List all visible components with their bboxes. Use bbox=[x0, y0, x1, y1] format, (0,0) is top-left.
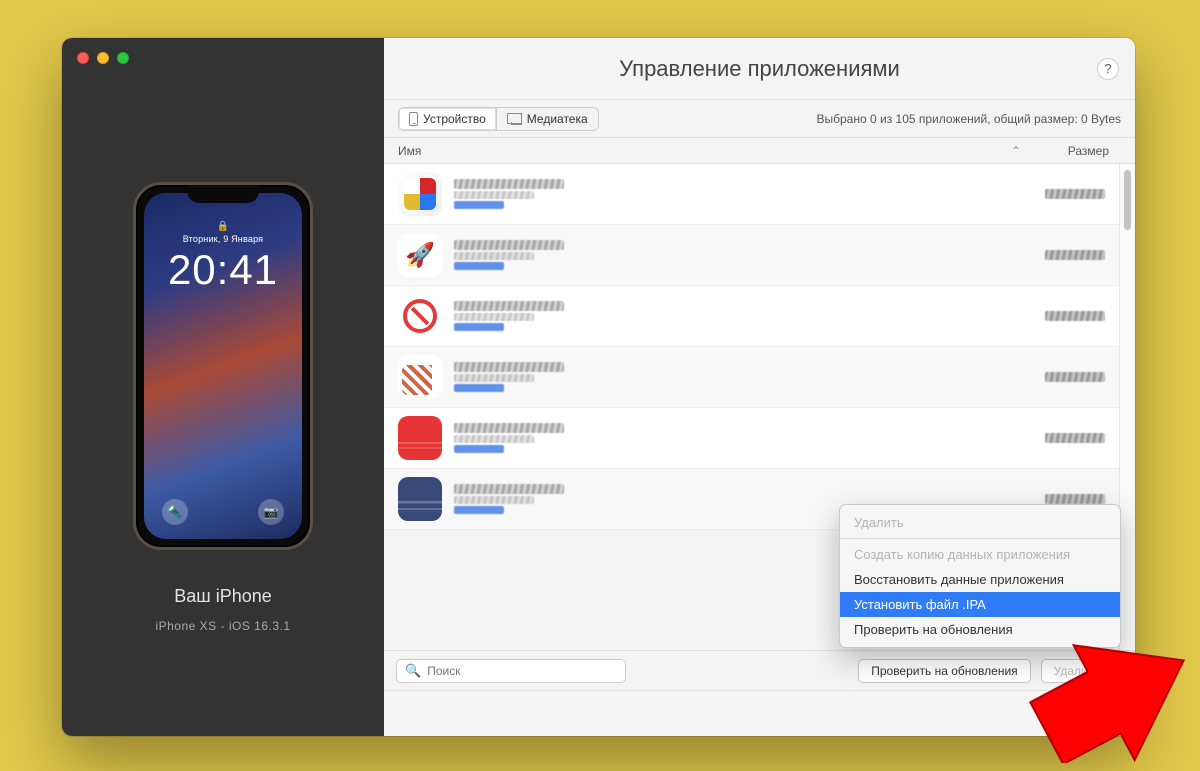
menu-backup-app-data[interactable]: Создать копию данных приложения bbox=[840, 542, 1120, 567]
app-detail-redacted bbox=[454, 374, 534, 382]
app-info bbox=[454, 423, 1015, 453]
annotation-arrow bbox=[1028, 633, 1198, 763]
lock-time: 20:41 bbox=[168, 246, 278, 294]
search-icon: 🔍 bbox=[405, 663, 421, 679]
size-redacted bbox=[1045, 250, 1105, 260]
app-detail-redacted bbox=[454, 252, 534, 260]
zoom-window-button[interactable] bbox=[117, 52, 129, 64]
app-info bbox=[454, 240, 1015, 270]
size-redacted bbox=[1045, 372, 1105, 382]
segment-device-label: Устройство bbox=[423, 112, 486, 126]
app-size bbox=[1015, 311, 1105, 321]
phone-notch bbox=[187, 185, 259, 203]
app-icon bbox=[398, 355, 442, 399]
help-button[interactable]: ? bbox=[1097, 58, 1119, 80]
sort-indicator-icon[interactable]: ⌃ bbox=[1009, 144, 1023, 158]
page-title: Управление приложениями bbox=[619, 56, 900, 82]
toolbar: Устройство Медиатека Выбрано 0 из 105 пр… bbox=[384, 100, 1135, 138]
scrollbar[interactable] bbox=[1119, 164, 1135, 650]
app-name-redacted bbox=[454, 240, 564, 250]
app-size bbox=[1015, 433, 1105, 443]
close-window-button[interactable] bbox=[77, 52, 89, 64]
device-title: Ваш iPhone bbox=[174, 586, 272, 607]
size-redacted bbox=[1045, 433, 1105, 443]
camera-icon: 📷 bbox=[258, 499, 284, 525]
app-name-redacted bbox=[454, 484, 564, 494]
app-link-redacted bbox=[454, 384, 504, 392]
app-link-redacted bbox=[454, 445, 504, 453]
app-detail-redacted bbox=[454, 191, 534, 199]
size-redacted bbox=[1045, 189, 1105, 199]
app-info bbox=[454, 179, 1015, 209]
minimize-window-button[interactable] bbox=[97, 52, 109, 64]
app-size bbox=[1015, 372, 1105, 382]
lock-bottom-icons: 🔦 📷 bbox=[144, 499, 302, 525]
table-row[interactable] bbox=[384, 225, 1119, 286]
sidebar: 🔒 Вторник, 9 Января 20:41 🔦 📷 Ваш iPhone… bbox=[62, 38, 384, 736]
footer: 🔍 Проверить на обновления Удалить ▾ bbox=[384, 650, 1135, 690]
bottom-bar: о bbox=[384, 690, 1135, 736]
app-name-redacted bbox=[454, 179, 564, 189]
phone-screen: 🔒 Вторник, 9 Января 20:41 🔦 📷 bbox=[144, 193, 302, 539]
lock-date: Вторник, 9 Января bbox=[183, 234, 264, 244]
search-input[interactable] bbox=[427, 664, 617, 678]
view-segment: Устройство Медиатека bbox=[398, 107, 599, 131]
table-row[interactable] bbox=[384, 408, 1119, 469]
app-detail-redacted bbox=[454, 313, 534, 321]
app-info bbox=[454, 301, 1015, 331]
app-detail-redacted bbox=[454, 496, 534, 504]
app-size bbox=[1015, 250, 1105, 260]
menu-separator bbox=[840, 538, 1120, 539]
app-link-redacted bbox=[454, 506, 504, 514]
selection-status: Выбрано 0 из 105 приложений, общий разме… bbox=[817, 112, 1122, 126]
segment-library[interactable]: Медиатека bbox=[496, 108, 598, 130]
app-link-redacted bbox=[454, 201, 504, 209]
size-redacted bbox=[1045, 494, 1105, 504]
app-info bbox=[454, 362, 1015, 392]
table-row[interactable] bbox=[384, 164, 1119, 225]
app-icon bbox=[398, 233, 442, 277]
column-size[interactable]: Размер bbox=[1023, 144, 1113, 158]
app-link-redacted bbox=[454, 323, 504, 331]
device-preview: 🔒 Вторник, 9 Января 20:41 🔦 📷 bbox=[133, 182, 313, 550]
app-size bbox=[1015, 189, 1105, 199]
app-name-redacted bbox=[454, 301, 564, 311]
context-menu: Удалить Создать копию данных приложения … bbox=[839, 504, 1121, 648]
check-updates-button[interactable]: Проверить на обновления bbox=[858, 659, 1030, 683]
device-subtitle: iPhone XS - iOS 16.3.1 bbox=[155, 619, 290, 633]
app-name-redacted bbox=[454, 423, 564, 433]
size-redacted bbox=[1045, 311, 1105, 321]
header: Управление приложениями ? bbox=[384, 38, 1135, 100]
table-row[interactable] bbox=[384, 347, 1119, 408]
app-icon bbox=[398, 477, 442, 521]
app-detail-redacted bbox=[454, 435, 534, 443]
check-updates-label: Проверить на обновления bbox=[871, 664, 1017, 678]
list-header: Имя ⌃ Размер bbox=[384, 138, 1135, 164]
scrollbar-thumb[interactable] bbox=[1124, 170, 1131, 230]
segment-device[interactable]: Устройство bbox=[399, 108, 496, 130]
app-icon bbox=[398, 416, 442, 460]
app-icon bbox=[398, 294, 442, 338]
lock-icon: 🔒 bbox=[217, 221, 229, 232]
device-icon bbox=[409, 112, 418, 126]
app-link-redacted bbox=[454, 262, 504, 270]
column-name[interactable]: Имя bbox=[398, 144, 1009, 158]
app-window: 🔒 Вторник, 9 Января 20:41 🔦 📷 Ваш iPhone… bbox=[62, 38, 1135, 736]
menu-install-ipa[interactable]: Установить файл .IPA bbox=[840, 592, 1120, 617]
menu-delete[interactable]: Удалить bbox=[840, 510, 1120, 535]
app-name-redacted bbox=[454, 362, 564, 372]
app-size bbox=[1015, 494, 1105, 504]
table-row[interactable] bbox=[384, 286, 1119, 347]
app-icon bbox=[398, 172, 442, 216]
library-icon bbox=[507, 113, 522, 124]
search-field[interactable]: 🔍 bbox=[396, 659, 626, 683]
menu-restore-app-data[interactable]: Восстановить данные приложения bbox=[840, 567, 1120, 592]
main-panel: Управление приложениями ? Устройство Мед… bbox=[384, 38, 1135, 736]
flashlight-icon: 🔦 bbox=[162, 499, 188, 525]
segment-library-label: Медиатека bbox=[527, 112, 588, 126]
window-controls bbox=[77, 52, 129, 64]
